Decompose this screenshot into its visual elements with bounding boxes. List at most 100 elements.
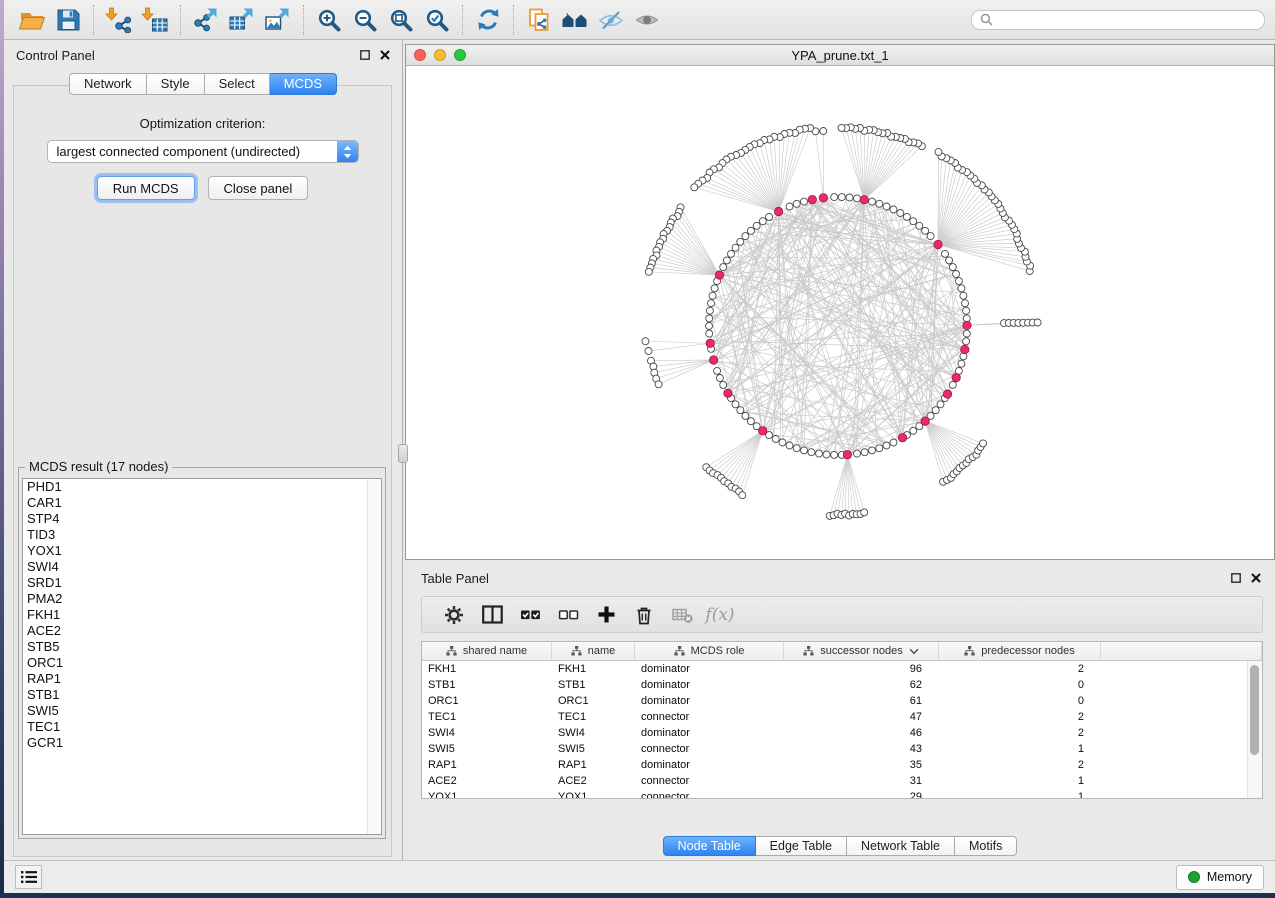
task-history-button[interactable] [15,865,42,889]
mcds-result-item[interactable]: SRD1 [23,575,381,591]
mcds-result-item[interactable]: SWI5 [23,703,381,719]
mcds-result-item[interactable]: TEC1 [23,719,381,735]
graph-node-mcds[interactable] [843,451,851,459]
graph-node-mcds[interactable] [860,196,868,204]
import-network-button[interactable] [101,4,137,36]
open-file-button[interactable] [14,4,50,36]
graph-node[interactable] [922,227,929,234]
graph-node[interactable] [854,195,861,202]
graph-node[interactable] [714,367,721,374]
memory-button[interactable]: Memory [1176,865,1264,890]
graph-node[interactable] [935,148,942,155]
mcds-result-item[interactable]: STB1 [23,687,381,703]
function-builder-button[interactable]: f(x) [701,600,739,630]
table-row[interactable]: SWI5SWI5connector431 [422,741,1262,757]
graph-node[interactable] [793,445,800,452]
graph-node[interactable] [786,442,793,449]
column-header-name[interactable]: name [552,642,635,660]
table-scrollbar[interactable] [1247,661,1262,798]
graph-node-mcds[interactable] [709,356,717,364]
graph-node[interactable] [801,198,808,205]
mcds-result-item[interactable]: RAP1 [23,671,381,687]
graph-node[interactable] [739,492,746,499]
graph-node[interactable] [854,450,861,457]
tab-edge-table[interactable]: Edge Table [756,836,847,856]
float-panel-icon[interactable] [360,50,370,60]
graph-node[interactable] [869,447,876,454]
zoom-fit-button[interactable] [383,4,419,36]
graph-node[interactable] [709,292,716,299]
graph-node-mcds[interactable] [961,345,969,353]
export-image-button[interactable] [260,4,296,36]
graph-node[interactable] [747,418,754,425]
graph-node[interactable] [963,338,970,345]
graph-node[interactable] [869,198,876,205]
graph-node[interactable] [876,200,883,207]
graph-node[interactable] [706,330,713,337]
graph-node[interactable] [876,445,883,452]
graph-node-mcds[interactable] [952,373,960,381]
graph-node-mcds[interactable] [898,434,906,442]
minimize-window-icon[interactable] [434,49,446,61]
first-neighbors-button[interactable] [557,4,593,36]
mcds-result-item[interactable]: YOX1 [23,543,381,559]
graph-node[interactable] [932,407,939,414]
graph-node-mcds[interactable] [706,339,714,347]
hide-graphics-details-button[interactable] [593,4,629,36]
graph-node-mcds[interactable] [819,194,827,202]
delete-table-button[interactable] [663,600,701,630]
add-column-button[interactable] [587,600,625,630]
graph-node[interactable] [728,250,735,257]
select-all-checkboxes-button[interactable] [511,600,549,630]
table-row[interactable]: SWI4SWI4dominator462 [422,725,1262,741]
maximize-window-icon[interactable] [454,49,466,61]
network-window-titlebar[interactable]: YPA_prune.txt_1 [406,45,1274,66]
graph-node[interactable] [723,257,730,264]
show-graphics-details-button[interactable] [629,4,665,36]
show-columns-button[interactable] [473,600,511,630]
graph-node[interactable] [720,264,727,271]
graph-node[interactable] [846,194,853,201]
graph-node-mcds[interactable] [934,240,942,248]
tab-network-table[interactable]: Network Table [847,836,955,856]
graph-node[interactable] [732,244,739,251]
graph-node[interactable] [823,451,830,458]
search-input[interactable] [999,12,1256,28]
graph-node[interactable] [960,292,967,299]
graph-node[interactable] [706,315,713,322]
column-header-predecessor-nodes[interactable]: predecessor nodes [939,642,1101,660]
network-canvas[interactable] [406,66,1274,559]
graph-node[interactable] [861,509,868,516]
graph-node-mcds[interactable] [759,427,767,435]
graph-node-mcds[interactable] [808,195,816,203]
deselect-all-checkboxes-button[interactable] [549,600,587,630]
graph-node[interactable] [716,375,723,382]
graph-node[interactable] [980,440,987,447]
zoom-in-button[interactable] [311,4,347,36]
graph-node[interactable] [711,285,718,292]
mcds-result-item[interactable]: ACE2 [23,623,381,639]
graph-node[interactable] [949,264,956,271]
graph-node[interactable] [910,218,917,225]
graph-node-mcds[interactable] [774,207,782,215]
graph-node[interactable] [890,206,897,213]
graph-node[interactable] [793,200,800,207]
table-row[interactable]: TEC1TEC1connector472 [422,709,1262,725]
graph-node-mcds[interactable] [963,321,971,329]
graph-node-mcds[interactable] [715,271,723,279]
graph-node[interactable] [831,194,838,201]
delete-column-button[interactable] [625,600,663,630]
import-table-button[interactable] [137,4,173,36]
table-row[interactable]: YOX1YOX1connector291 [422,789,1262,799]
graph-node[interactable] [883,203,890,210]
close-panel-button[interactable]: Close panel [208,176,309,200]
mcds-result-item[interactable]: TID3 [23,527,381,543]
graph-node[interactable] [801,447,808,454]
graph-node[interactable] [720,381,727,388]
tab-motifs[interactable]: Motifs [955,836,1017,856]
graph-node[interactable] [897,210,904,217]
graph-node-mcds[interactable] [724,389,732,397]
export-table-button[interactable] [224,4,260,36]
table-row[interactable]: ACE2ACE2connector311 [422,773,1262,789]
table-row[interactable]: RAP1RAP1dominator352 [422,757,1262,773]
